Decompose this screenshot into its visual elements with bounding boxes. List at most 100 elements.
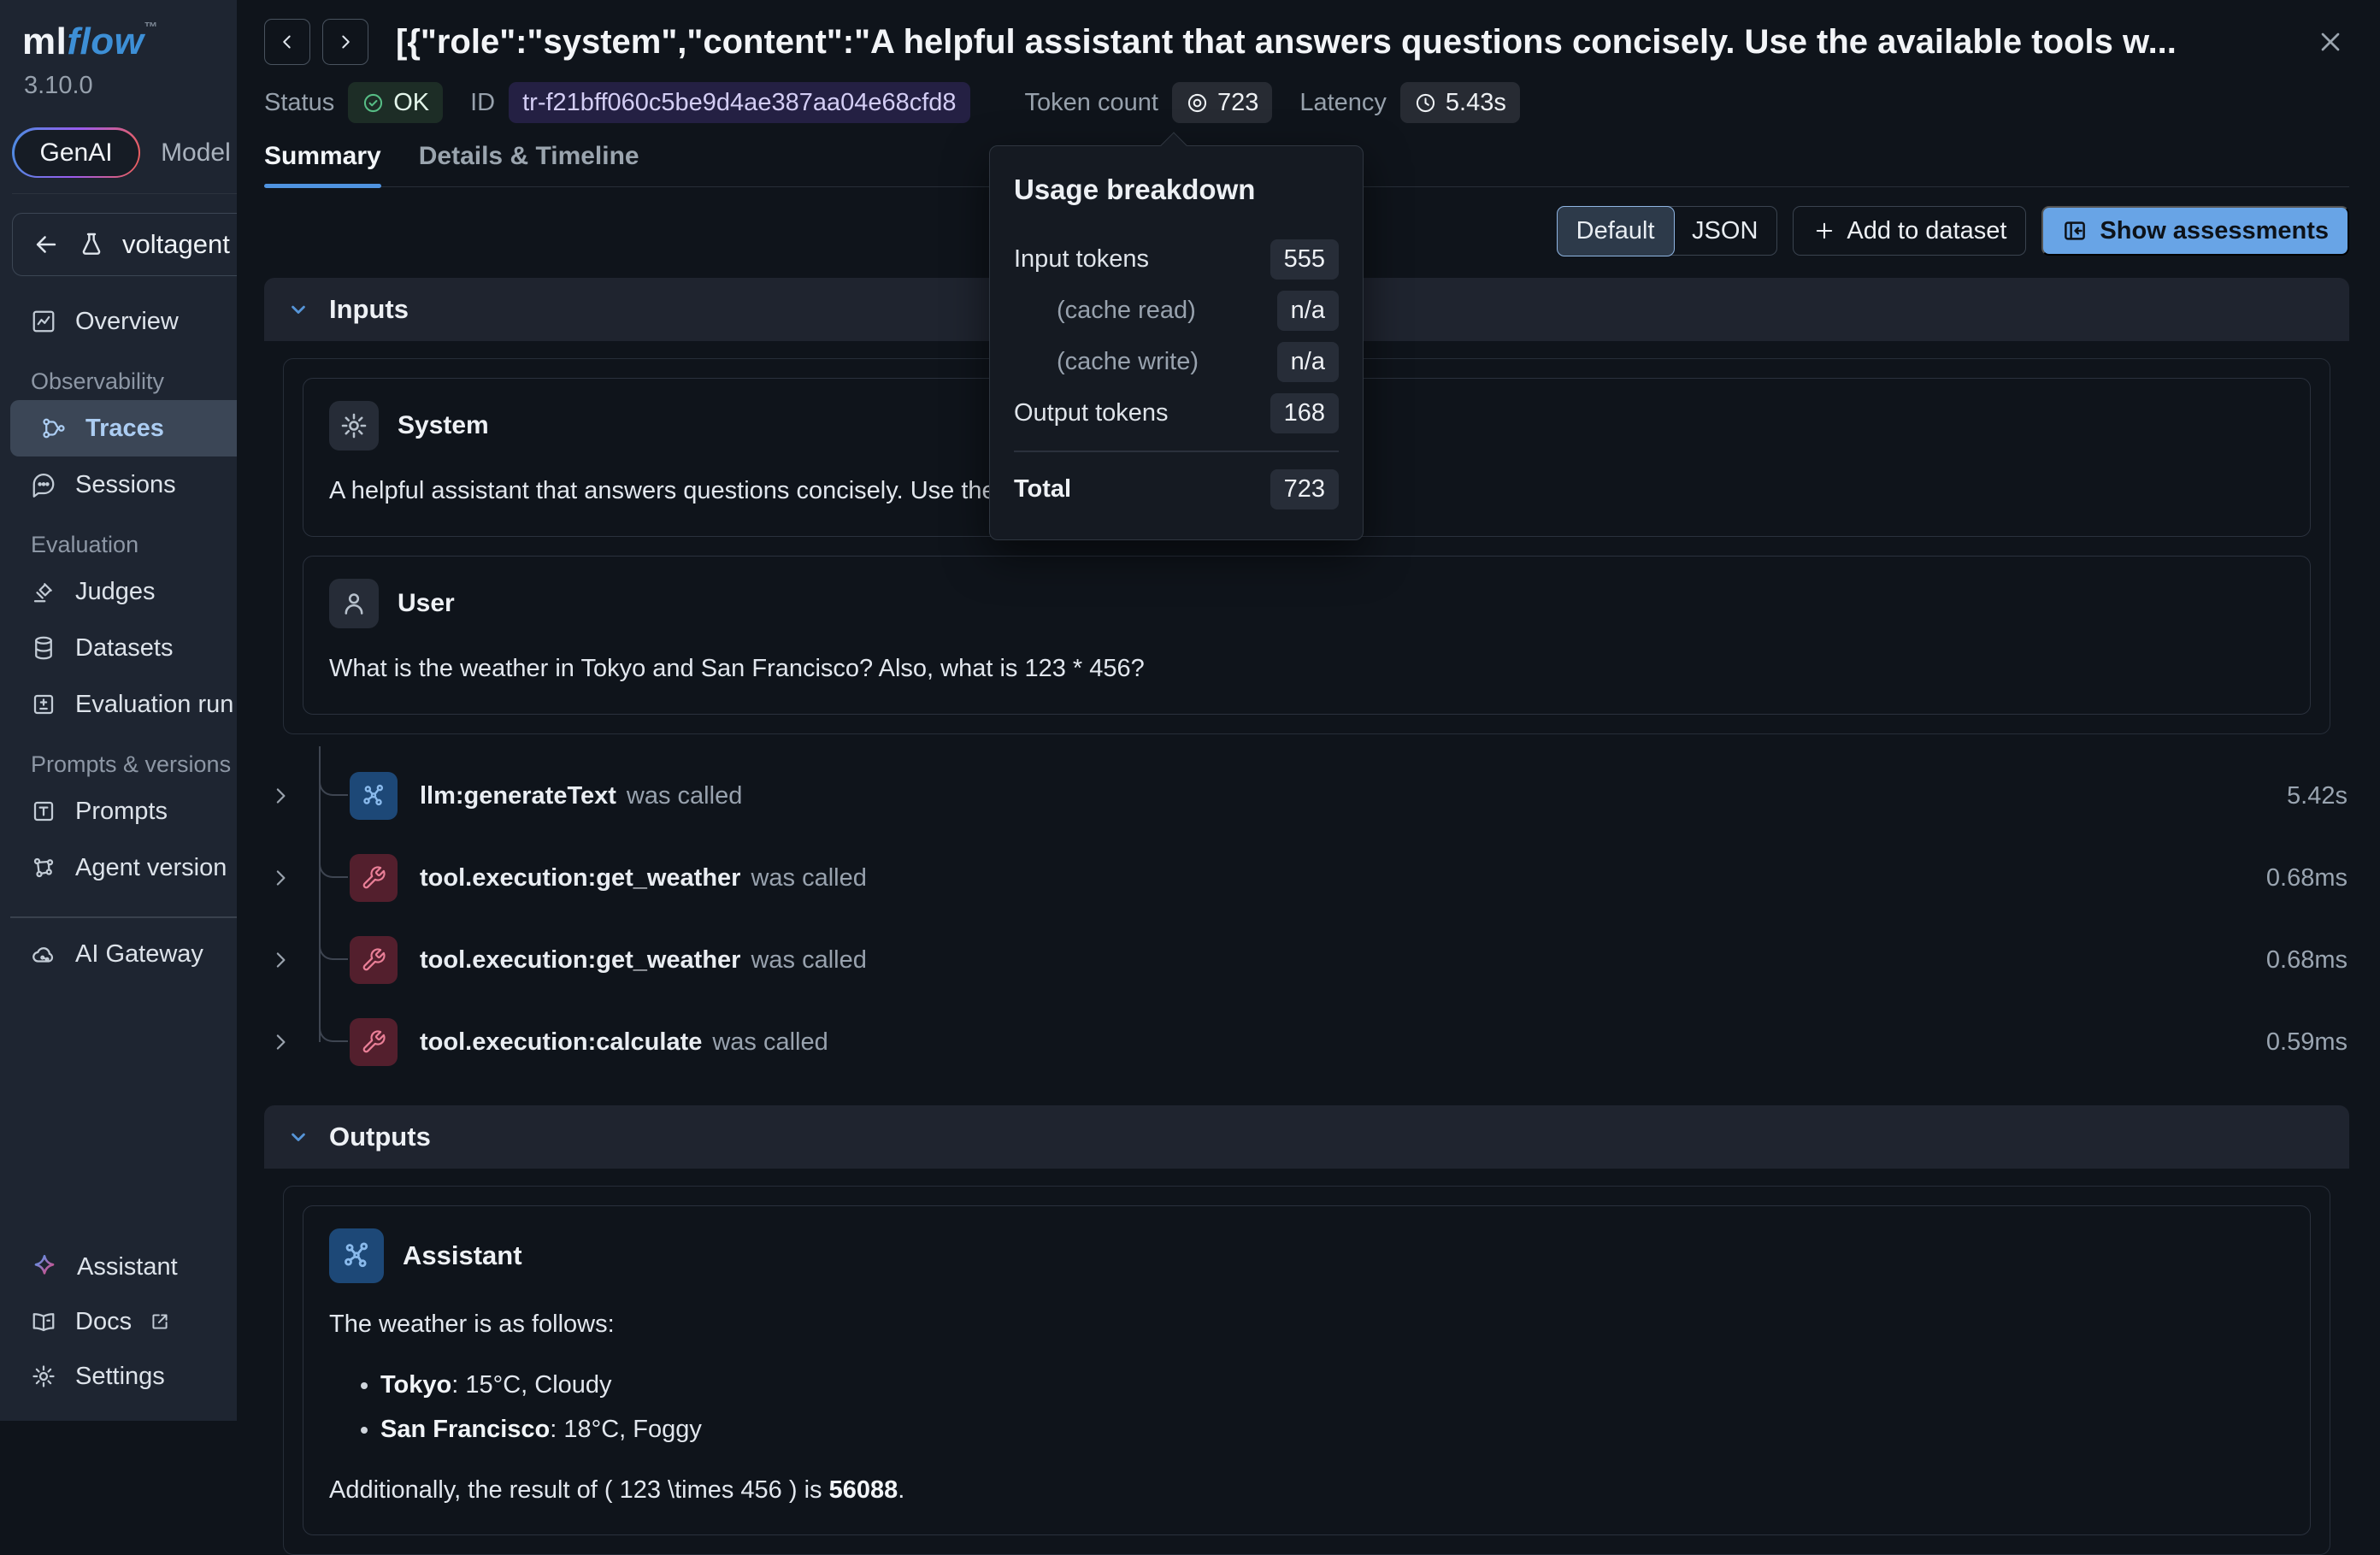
section-observability: Observability: [31, 368, 237, 395]
llm-icon: [350, 772, 398, 820]
traces-fork-icon: [41, 415, 67, 441]
list-item: Tokyo: 15°C, Cloudy: [380, 1368, 2284, 1403]
sidebar-item-label: Datasets: [75, 634, 173, 663]
sidebar-item-prompts[interactable]: Prompts: [0, 783, 237, 839]
sidebar-item-datasets[interactable]: Datasets: [0, 620, 237, 676]
tab-summary[interactable]: Summary: [264, 142, 381, 186]
span-row-tool-calculate[interactable]: tool.execution:calculate was called 0.59…: [264, 1001, 2349, 1083]
view-json-segment[interactable]: JSON: [1673, 207, 1776, 255]
cloud-icon: [31, 942, 56, 968]
span-list: llm:generateText was called 5.42s tool.e…: [264, 746, 2349, 1092]
back-arrow-icon[interactable]: [32, 230, 61, 259]
usage-row-output-tokens: Output tokens 168: [1014, 387, 1339, 439]
close-icon[interactable]: [2312, 23, 2349, 61]
sidebar-item-label: Agent version: [75, 854, 227, 882]
gavel-icon: [31, 579, 56, 604]
token-count-badge[interactable]: 723: [1172, 82, 1272, 123]
chevron-right-icon[interactable]: [268, 783, 293, 809]
experiment-header[interactable]: voltagent: [12, 213, 237, 276]
user-message-text: What is the weather in Tokyo and San Fra…: [329, 651, 2284, 686]
trace-id-badge[interactable]: tr-f21bff060c5be9d4ae387aa04e68cfd8: [509, 82, 969, 123]
view-default-segment[interactable]: Default: [1557, 206, 1675, 256]
sidebar-item-label: AI Gateway: [75, 940, 203, 969]
sidebar-item-ai-gateway[interactable]: AI Gateway: [0, 927, 237, 983]
tree-elbow: [319, 760, 348, 796]
tree-elbow: [319, 1006, 348, 1042]
sidebar-bottom: Assistant Docs Settings: [0, 1240, 237, 1421]
gear-icon: [329, 401, 379, 451]
usage-value-badge: n/a: [1277, 342, 1339, 382]
sidebar-item-docs[interactable]: Docs: [0, 1294, 237, 1349]
assistant-message-card: Assistant The weather is as follows: Tok…: [303, 1205, 2311, 1535]
sparkle-icon: [31, 1253, 58, 1281]
tab-genai[interactable]: GenAI: [12, 127, 140, 178]
span-row-tool-get-weather-1[interactable]: tool.execution:get_weather was called 0.…: [264, 837, 2349, 919]
logo-ml-text: ml: [22, 21, 67, 62]
plus-icon: [1812, 219, 1836, 243]
version-label: 3.10.0: [0, 63, 237, 100]
next-trace-button[interactable]: [322, 19, 368, 65]
tab-model-training[interactable]: Model tra: [161, 138, 237, 168]
gear-icon: [31, 1364, 56, 1389]
span-row-llm-generatetext[interactable]: llm:generateText was called 5.42s: [264, 755, 2349, 837]
chevron-right-icon[interactable]: [268, 865, 293, 891]
view-mode-segmented: Default JSON: [1557, 206, 1777, 256]
sidebar-item-agent-versions[interactable]: Agent version: [0, 839, 237, 896]
popup-title: Usage breakdown: [1014, 174, 1339, 206]
outputs-section-header[interactable]: Outputs: [264, 1105, 2349, 1169]
chart-icon: [31, 309, 56, 334]
popup-divider: [1014, 451, 1339, 452]
sidebar-item-evaluation-runs[interactable]: Evaluation run: [0, 676, 237, 733]
latency-label: Latency: [1299, 89, 1387, 117]
sidebar-item-label: Sessions: [75, 471, 176, 499]
sidebar-item-label: Settings: [75, 1363, 165, 1391]
outputs-section: Outputs Assistant The weather is as foll…: [264, 1105, 2349, 1555]
chevron-down-icon: [286, 1125, 310, 1149]
inputs-title: Inputs: [329, 294, 409, 325]
span-duration: 5.42s: [2287, 782, 2349, 810]
sidebar-item-sessions[interactable]: Sessions: [0, 456, 237, 513]
wrench-icon: [350, 1018, 398, 1066]
sidebar-item-label: Overview: [75, 308, 179, 336]
usage-row-cache-read: (cache read) n/a: [1014, 285, 1339, 336]
text-box-icon: [31, 798, 56, 824]
book-icon: [31, 1309, 56, 1334]
add-to-dataset-button[interactable]: Add to dataset: [1793, 206, 2026, 256]
usage-row-total: Total 723: [1014, 464, 1339, 515]
usage-value-badge: 168: [1270, 393, 1339, 433]
weather-list: Tokyo: 15°C, Cloudy San Francisco: 18°C,…: [329, 1368, 2284, 1447]
sidebar-item-assistant[interactable]: Assistant: [0, 1240, 237, 1294]
mlflow-logo: mlflow™: [0, 0, 237, 63]
experiment-flask-icon: [78, 231, 105, 258]
tab-details-timeline[interactable]: Details & Timeline: [419, 142, 639, 186]
span-duration: 0.68ms: [2266, 864, 2349, 892]
section-prompts-versions: Prompts & versions: [31, 751, 237, 778]
trace-meta-row: Status OK ID tr-f21bff060c5be9d4ae387aa0…: [264, 82, 2349, 123]
usage-breakdown-popup: Usage breakdown Input tokens 555 (cache …: [989, 145, 1364, 540]
sidebar-item-overview[interactable]: Overview: [0, 293, 237, 350]
trademark: ™: [144, 21, 158, 35]
sidebar-item-label: Evaluation run: [75, 691, 233, 719]
sidebar-item-traces[interactable]: Traces: [10, 400, 237, 456]
sidebar-item-settings[interactable]: Settings: [0, 1349, 237, 1404]
sidebar-item-label: Judges: [75, 578, 156, 606]
prev-trace-button[interactable]: [264, 19, 310, 65]
show-assessments-button[interactable]: Show assessments: [2041, 206, 2349, 256]
user-role-title: User: [398, 589, 455, 618]
llm-icon: [329, 1228, 384, 1283]
chevron-right-icon[interactable]: [268, 947, 293, 973]
experiment-name: voltagent: [122, 229, 230, 260]
sidebar-divider: [10, 916, 237, 918]
span-duration: 0.59ms: [2266, 1028, 2349, 1057]
chevron-right-icon[interactable]: [268, 1029, 293, 1055]
panel-left-arrow-icon: [2062, 218, 2088, 244]
tree-elbow: [319, 924, 348, 960]
span-row-tool-get-weather-2[interactable]: tool.execution:get_weather was called 0.…: [264, 919, 2349, 1001]
id-label: ID: [470, 89, 495, 117]
sidebar-item-judges[interactable]: Judges: [0, 563, 237, 620]
span-duration: 0.68ms: [2266, 946, 2349, 975]
outputs-title: Outputs: [329, 1122, 431, 1152]
usage-value-badge: n/a: [1277, 291, 1339, 331]
sidebar-item-label: Assistant: [77, 1253, 178, 1281]
assistant-final-line: Additionally, the result of ( 123 \times…: [329, 1473, 2284, 1508]
